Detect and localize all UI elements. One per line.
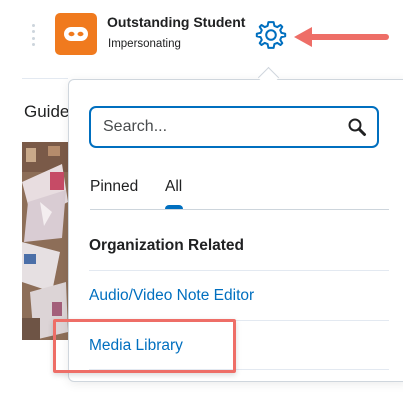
drag-dot bbox=[31, 36, 35, 40]
avatar[interactable] bbox=[55, 13, 97, 55]
search-icon[interactable] bbox=[347, 117, 367, 137]
search-box[interactable] bbox=[89, 106, 379, 148]
tab-all[interactable]: All bbox=[165, 178, 182, 196]
background-divider bbox=[22, 78, 68, 79]
tab-pinned[interactable]: Pinned bbox=[90, 178, 138, 196]
impersonating-label: Impersonating bbox=[108, 38, 181, 50]
settings-gear-button[interactable] bbox=[254, 18, 288, 52]
drag-dot bbox=[31, 24, 35, 27]
mask-icon bbox=[64, 27, 88, 41]
audio-video-note-editor-link[interactable]: Audio/Video Note Editor bbox=[89, 287, 254, 305]
background-heading: Guide bbox=[24, 102, 68, 121]
search-input[interactable] bbox=[103, 116, 343, 138]
tab-divider bbox=[90, 209, 389, 210]
annotation-arrow bbox=[294, 27, 389, 47]
drag-dot bbox=[31, 42, 35, 46]
drag-handle[interactable] bbox=[30, 24, 36, 46]
drag-dot bbox=[31, 30, 35, 34]
divider bbox=[89, 270, 389, 271]
annotation-highlight-box bbox=[53, 319, 236, 373]
user-name[interactable]: Outstanding Student bbox=[107, 14, 245, 30]
gear-icon bbox=[255, 21, 287, 49]
background-image bbox=[22, 142, 68, 340]
group-heading: Organization Related bbox=[89, 237, 245, 254]
